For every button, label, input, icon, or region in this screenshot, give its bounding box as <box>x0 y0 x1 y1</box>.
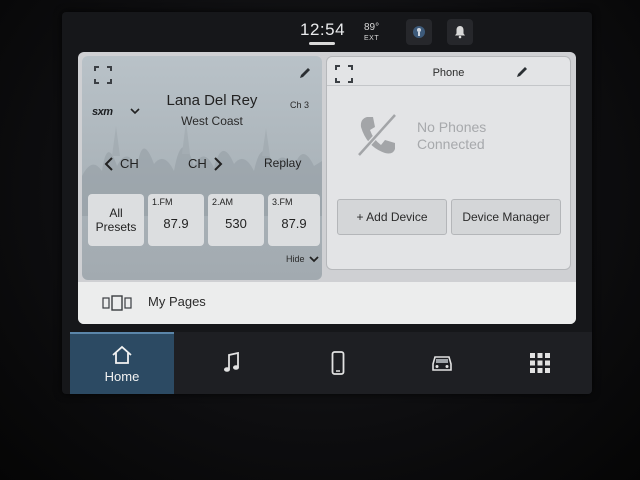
phone-card-divider <box>327 85 570 86</box>
phone-card[interactable]: Phone No Phones Connected + Add Device D… <box>326 56 571 270</box>
clock-indicator <box>309 42 335 45</box>
pages-icon <box>102 295 132 311</box>
all-presets-label-line1: All <box>109 206 123 220</box>
temperature-unit: EXT <box>364 35 380 42</box>
all-presets-button[interactable]: All Presets <box>88 194 144 246</box>
channel-next-button[interactable]: CH <box>188 156 223 171</box>
nav-vehicle-button[interactable] <box>390 332 494 394</box>
clock[interactable]: 12:54 <box>300 20 345 40</box>
artist-name: Lana Del Rey <box>166 92 258 109</box>
chevron-right-icon <box>214 156 223 171</box>
preset-frequency: 87.9 <box>281 216 307 231</box>
source-logo[interactable]: sxm <box>92 106 113 118</box>
all-presets-label-line2: Presets <box>95 220 137 234</box>
chevron-left-icon <box>104 156 113 171</box>
preset-label: 1.FM <box>152 197 173 207</box>
music-note-icon <box>224 352 239 372</box>
preset-frequency: 530 <box>225 216 247 231</box>
nav-media-button[interactable] <box>180 332 284 394</box>
hide-label: Hide <box>286 254 305 264</box>
status-bar: 12:54 89° EXT <box>62 12 592 52</box>
preset-1-button[interactable]: 1.FM 87.9 <box>148 194 204 246</box>
chevron-down-icon <box>308 256 319 263</box>
nav-apps-button[interactable] <box>488 332 592 394</box>
home-panel: sxm Lana Del Rey West Coast Ch 3 CH CH R… <box>78 52 576 324</box>
hide-presets-button[interactable]: Hide <box>286 254 319 264</box>
expand-icon[interactable] <box>94 66 112 84</box>
channel-next-label: CH <box>188 156 207 171</box>
nav-home-label: Home <box>104 368 140 384</box>
radio-card[interactable]: sxm Lana Del Rey West Coast Ch 3 CH CH R… <box>82 56 322 280</box>
preset-label: 3.FM <box>272 197 293 207</box>
replay-button[interactable]: Replay <box>264 156 301 170</box>
no-phones-line2: Connected <box>417 136 485 152</box>
add-device-button[interactable]: + Add Device <box>337 199 447 235</box>
channel-number: Ch 3 <box>290 100 310 110</box>
device-manager-button[interactable]: Device Manager <box>451 199 561 235</box>
bottom-nav-bar: Home <box>70 332 592 394</box>
voice-assist-icon <box>413 26 425 38</box>
my-pages-bar[interactable]: My Pages <box>78 282 576 324</box>
preset-3-button[interactable]: 3.FM 87.9 <box>268 194 320 246</box>
edit-pencil-icon[interactable] <box>515 65 529 79</box>
notifications-button[interactable] <box>447 19 473 45</box>
phone-card-title: Phone <box>432 67 465 79</box>
edit-pencil-icon[interactable] <box>298 66 312 80</box>
temperature-value: 89° <box>364 22 380 33</box>
preset-label: 2.AM <box>212 197 234 207</box>
outside-temperature: 89° EXT <box>364 22 379 44</box>
home-icon <box>112 345 132 364</box>
vehicle-icon <box>432 356 452 371</box>
no-phones-message: No Phones Connected <box>417 119 486 153</box>
chevron-down-icon[interactable] <box>130 106 140 116</box>
phone-disconnected-icon <box>357 113 397 157</box>
apps-grid-icon <box>530 353 550 373</box>
no-phones-line1: No Phones <box>417 119 487 135</box>
notification-bell-icon <box>455 26 465 39</box>
infotainment-screen: 12:54 89° EXT sxm Lana Del Rey West Coas… <box>62 12 592 394</box>
nav-home-button[interactable]: Home <box>70 332 174 394</box>
preset-2-button[interactable]: 2.AM 530 <box>208 194 264 246</box>
my-pages-label[interactable]: My Pages <box>148 294 206 309</box>
phone-icon <box>331 351 345 375</box>
preset-frequency: 87.9 <box>163 216 189 231</box>
nav-phone-button[interactable] <box>286 332 390 394</box>
channel-prev-button[interactable]: CH <box>104 156 139 171</box>
voice-assist-button[interactable] <box>406 19 432 45</box>
channel-prev-label: CH <box>120 156 139 171</box>
song-title: West Coast <box>181 114 243 128</box>
